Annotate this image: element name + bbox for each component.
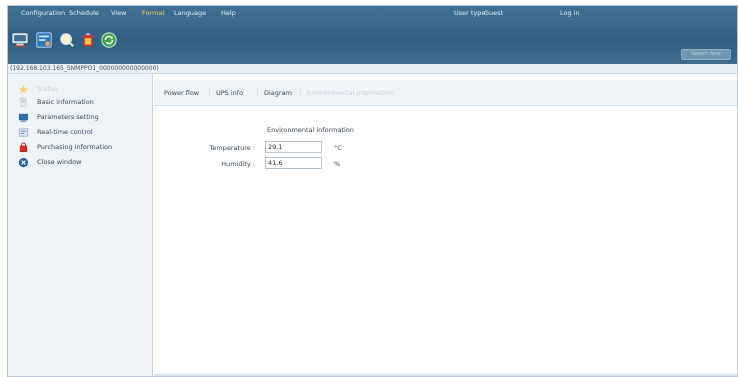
app-window: Configuration Schedule View Format Langu… [7, 5, 738, 377]
sidebar: Status Basic information Parameters sett… [8, 74, 153, 376]
temperature-label: Temperature : [209, 144, 255, 152]
sidebar-item-real-time-control[interactable]: Real-time control [18, 125, 93, 139]
device-path: (192.168.103.165_SNMPPO1_000000000000000… [8, 64, 737, 74]
sidebar-item-purchasing-information[interactable]: Purchasing information [18, 140, 112, 154]
menu-configuration[interactable]: Configuration [21, 9, 65, 17]
tab-separator [209, 89, 210, 97]
battery-icon[interactable] [79, 30, 97, 50]
menu-bar: Configuration Schedule View Format Langu… [8, 6, 737, 22]
tab-separator [300, 89, 301, 97]
sidebar-item-label: Close window [37, 158, 82, 166]
menu-help[interactable]: Help [221, 9, 236, 17]
sidebar-item-parameters-setting[interactable]: Parameters setting [18, 110, 99, 124]
main-content: Power flow UPS info Diagram Environmenta… [154, 74, 737, 376]
sidebar-item-label: Real-time control [37, 128, 93, 136]
search-icon[interactable] [58, 30, 76, 50]
menu-schedule[interactable]: Schedule [69, 9, 99, 17]
tab-separator [257, 89, 258, 97]
sidebar-item-status[interactable]: Status [18, 82, 58, 96]
sidebar-item-close-window[interactable]: Close window [18, 155, 81, 169]
sidebar-item-label: Purchasing information [37, 143, 113, 151]
header-bar: Configuration Schedule View Format Langu… [8, 6, 737, 64]
monitor-settings-icon [18, 112, 29, 123]
menu-format[interactable]: Format [142, 9, 165, 17]
sidebar-item-basic-information[interactable]: Basic information [18, 95, 94, 109]
user-type-label: User type: [454, 9, 488, 17]
settings-panel-icon[interactable] [35, 30, 53, 50]
toolbar: Search Now [8, 22, 737, 64]
menu-view[interactable]: View [111, 9, 126, 17]
shopping-bag-icon [18, 141, 29, 153]
close-circle-icon [18, 157, 29, 168]
tab-bar: Power flow UPS info Diagram Environmenta… [154, 80, 737, 106]
star-icon [18, 84, 29, 95]
search-now-button[interactable]: Search Now [681, 49, 731, 60]
humidity-label: Humidity : [221, 160, 255, 168]
refresh-icon[interactable] [100, 30, 118, 50]
tab-power-flow[interactable]: Power flow [164, 89, 199, 97]
humidity-unit: % [334, 160, 341, 168]
monitor-icon[interactable] [11, 30, 29, 50]
user-type-value: Guest [484, 9, 504, 17]
sidebar-item-label: Status [37, 85, 58, 93]
section-title: Environmental information [267, 126, 354, 134]
tab-ups-info[interactable]: UPS info [216, 89, 243, 97]
login-link[interactable]: Log in [560, 9, 580, 17]
temperature-unit: °C [334, 144, 342, 152]
humidity-field[interactable]: 41.6 [265, 157, 322, 169]
sidebar-item-label: Basic information [37, 98, 94, 106]
temperature-field[interactable]: 29.1 [265, 141, 322, 153]
control-panel-icon [18, 127, 29, 138]
menu-language[interactable]: Language [174, 9, 206, 17]
tab-environmental-information[interactable]: Environmental information [307, 89, 394, 97]
document-icon [18, 96, 29, 108]
tab-diagram[interactable]: Diagram [264, 89, 292, 97]
sidebar-item-label: Parameters setting [37, 113, 99, 121]
